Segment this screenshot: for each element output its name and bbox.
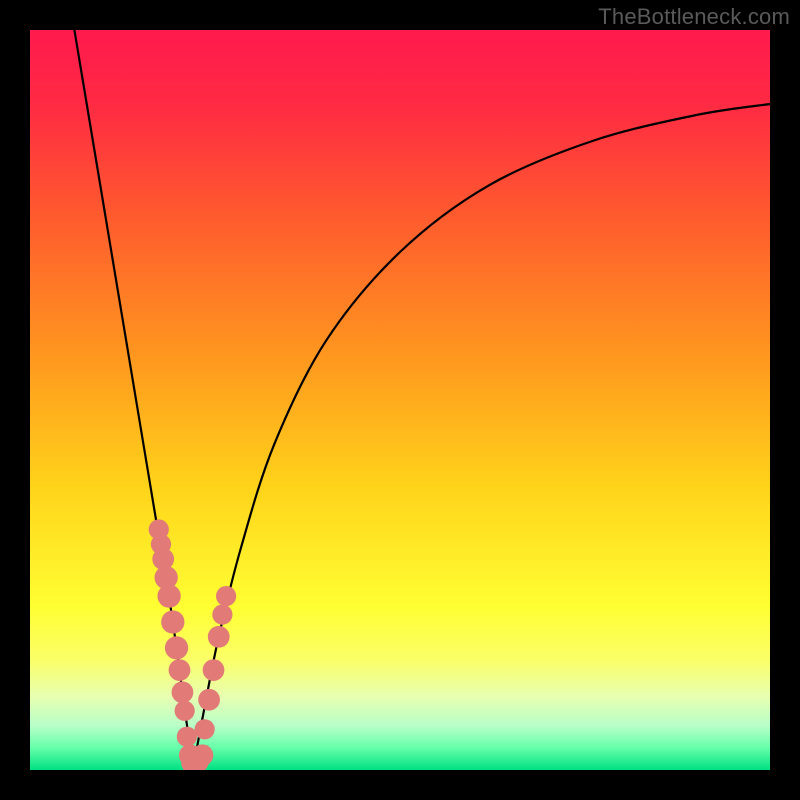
chart-frame: TheBottleneck.com	[0, 0, 800, 800]
data-dot	[203, 659, 225, 681]
data-dot	[208, 626, 230, 648]
data-dot	[157, 584, 180, 607]
data-dot	[195, 719, 215, 739]
plot-area	[30, 30, 770, 770]
data-dot	[161, 610, 184, 633]
data-dot	[175, 701, 195, 721]
data-dot	[177, 727, 197, 747]
data-dot	[192, 744, 214, 766]
data-dot	[169, 659, 191, 681]
data-dot	[212, 604, 232, 624]
data-dot	[172, 681, 194, 703]
data-dot	[165, 636, 188, 659]
watermark-text: TheBottleneck.com	[598, 4, 790, 30]
data-dot	[216, 586, 236, 606]
data-dot	[198, 689, 220, 711]
chart-svg	[30, 30, 770, 770]
gradient-background	[30, 30, 770, 770]
